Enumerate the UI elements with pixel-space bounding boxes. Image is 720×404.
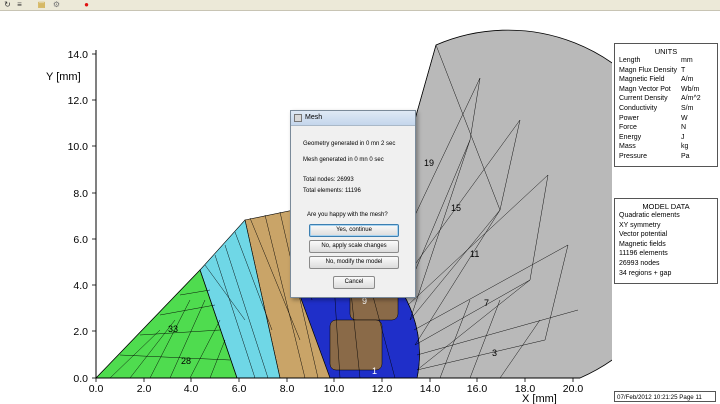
status-bar: 07/Feb/2012 10:21:25 Page 11 xyxy=(614,391,716,402)
total-elements-text: Total elements: 11196 xyxy=(303,188,361,194)
model-data-line: 26993 nodes xyxy=(619,259,660,267)
y-tick-label: 8.0 xyxy=(73,188,88,200)
mesh-app-icon xyxy=(294,114,302,122)
model-data-panel: MODEL DATA Quadratic elements XY symmetr… xyxy=(614,198,718,284)
folder-open-icon[interactable]: ▤ xyxy=(37,0,46,9)
cancel-button[interactable]: Cancel xyxy=(333,276,375,289)
region-label: 11 xyxy=(470,249,479,259)
x-tick-label: 4.0 xyxy=(184,383,199,395)
dialog-title: Mesh xyxy=(305,114,323,121)
units-row: Magn Flux Density T xyxy=(619,66,686,74)
y-tick-label: 0.0 xyxy=(73,373,88,385)
yes-continue-button[interactable]: Yes, continue xyxy=(309,224,399,237)
units-row: Magn Vector Pot Wb/m xyxy=(619,85,700,93)
model-data-line: XY symmetry xyxy=(619,221,661,229)
units-row: Current Density A/m^2 xyxy=(619,95,701,103)
units-panel-title: UNITS xyxy=(654,47,678,56)
units-panel: UNITS Length mm Magn Flux Density T Magnet… xyxy=(614,43,718,167)
apply-scale-changes-button[interactable]: No, apply scale changes xyxy=(309,240,399,253)
model-data-line: 11196 elements xyxy=(619,250,668,258)
y-tick-label: 10.0 xyxy=(68,141,89,153)
y-tick-label: 6.0 xyxy=(73,234,88,246)
y-tick-label: 4.0 xyxy=(73,280,88,292)
units-row: Mass kg xyxy=(619,143,689,151)
model-data-line: Quadratic elements xyxy=(619,212,680,219)
dialog-title-bar[interactable]: Mesh xyxy=(291,111,415,126)
units-row: Power W xyxy=(619,114,688,122)
mesh-time-text: Mesh generated in 0 mn 0 sec xyxy=(303,157,384,163)
modify-model-button[interactable]: No, modify the model xyxy=(309,256,399,269)
units-row: Conductivity S/m xyxy=(619,104,694,112)
region-label: 1 xyxy=(372,366,377,376)
units-row: Length mm xyxy=(619,57,693,64)
model-data-line: Vector potential xyxy=(619,231,668,239)
x-tick-marks xyxy=(95,378,574,382)
y-tick-label: 2.0 xyxy=(73,326,88,338)
x-tick-label: 6.0 xyxy=(232,383,247,395)
y-tick-marks xyxy=(92,53,96,379)
x-tick-label: 12.0 xyxy=(372,383,393,395)
region-label: 15 xyxy=(451,203,461,213)
mesh-dialog: Mesh Geometry generated in 0 mn 2 sec Me… xyxy=(290,110,416,298)
model-data-line: Magnetic fields xyxy=(619,240,666,248)
x-tick-label: 2.0 xyxy=(137,383,152,395)
y-tick-label: 12.0 xyxy=(68,95,89,107)
total-nodes-text: Total nodes: 26993 xyxy=(303,177,354,183)
mesh-question-text: Are you happy with the mesh? xyxy=(307,212,388,218)
y-axis-label: Y [mm] xyxy=(46,71,81,83)
model-data-title: MODEL DATA xyxy=(642,202,690,211)
region-label: 33 xyxy=(168,324,178,334)
x-axis-label: X [mm] xyxy=(522,393,557,404)
x-tick-label: 10.0 xyxy=(324,383,345,395)
x-tick-label: 0.0 xyxy=(89,383,104,395)
units-row: Force N xyxy=(619,124,687,132)
units-row: Pressure Pa xyxy=(619,152,690,160)
gear-icon[interactable]: ⚙ xyxy=(52,0,61,9)
x-tick-label: 14.0 xyxy=(420,383,441,395)
y-tick-label: 14.0 xyxy=(68,49,89,61)
region-label: 7 xyxy=(484,298,489,308)
units-row: Energy J xyxy=(619,133,685,141)
refresh-icon[interactable]: ↻ xyxy=(3,0,12,9)
x-tick-label: 16.0 xyxy=(467,383,488,395)
model-data-line: 34 regions + gap xyxy=(619,269,672,277)
record-icon[interactable]: ● xyxy=(82,0,91,9)
region-label: 19 xyxy=(424,158,434,168)
x-tick-label: 20.0 xyxy=(563,383,584,395)
x-tick-label: 8.0 xyxy=(280,383,295,395)
geometry-time-text: Geometry generated in 0 mn 2 sec xyxy=(303,141,396,147)
stack-icon[interactable]: ≡ xyxy=(15,0,24,9)
region-label: 3 xyxy=(492,348,497,358)
region-label: 28 xyxy=(181,356,191,366)
units-row: Magnetic Field A/m xyxy=(619,76,694,84)
